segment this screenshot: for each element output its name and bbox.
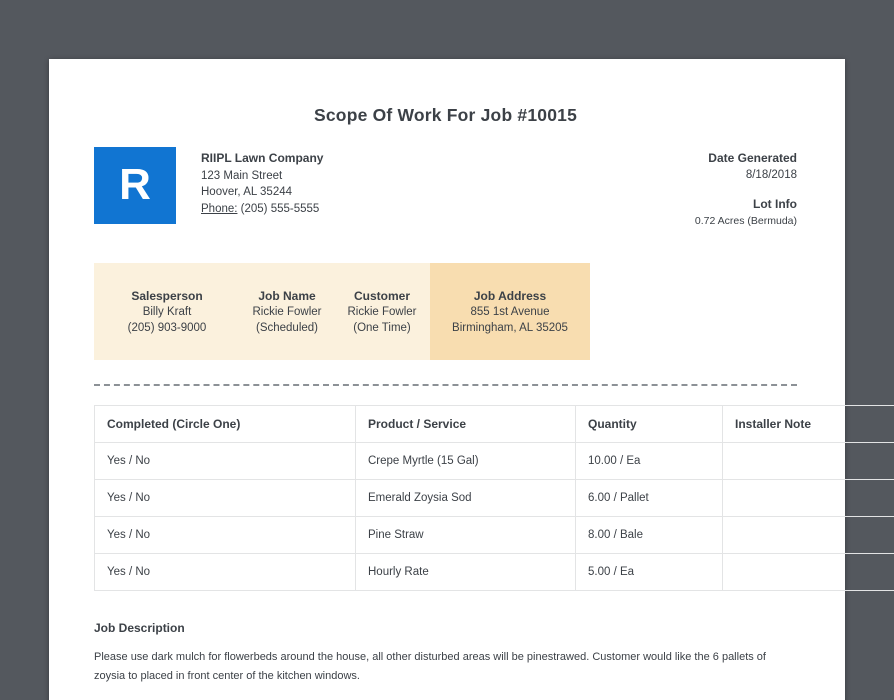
table-row: Yes / No Hourly Rate 5.00 / Ea [94, 553, 894, 591]
salesperson-phone: (205) 903-9000 [127, 321, 207, 334]
company-info: RIIPL Lawn Company 123 Main Street Hoove… [201, 147, 323, 224]
job-address-line1: 855 1st Avenue [470, 305, 550, 318]
job-info-band: Salesperson Billy Kraft (205) 903-9000 J… [94, 263, 590, 360]
job-info-job-address: Job Address 855 1st Avenue Birmingham, A… [430, 263, 590, 360]
page-title: Scope Of Work For Job #10015 [314, 105, 577, 125]
company-address-line2: Hoover, AL 35244 [201, 186, 293, 198]
date-generated-value: 8/18/2018 [745, 168, 797, 181]
table-header-row: Completed (Circle One) Product / Service… [94, 405, 894, 443]
dark-backdrop: Scope Of Work For Job #10015 R RIIPL Law… [0, 0, 894, 700]
cell-completed: Yes / No [94, 553, 356, 591]
cell-product: Pine Straw [355, 516, 576, 554]
cell-product: Hourly Rate [355, 553, 576, 591]
meta-block: Date Generated 8/18/2018 Lot Info 0.72 A… [695, 147, 797, 229]
header-quantity: Quantity [575, 405, 723, 443]
cell-installer-note [722, 516, 894, 554]
salesperson-label: Salesperson [131, 288, 203, 303]
cell-quantity: 8.00 / Bale [575, 516, 723, 554]
job-info-customer: Customer Rickie Fowler (One Time) [334, 263, 430, 360]
job-name-label: Job Name [258, 288, 316, 303]
phone-value: (205) 555-5555 [240, 202, 320, 215]
date-generated-label: Date Generated [708, 151, 797, 165]
job-info-job-name: Job Name Rickie Fowler (Scheduled) [240, 263, 334, 360]
cell-product: Emerald Zoysia Sod [355, 479, 576, 517]
job-address-line2: Birmingham, AL 35205 [452, 321, 568, 334]
table-row: Yes / No Emerald Zoysia Sod 6.00 / Palle… [94, 479, 894, 517]
company-phone: Phone: (205) 555-5555 [201, 201, 323, 218]
phone-label: Phone: [201, 202, 238, 215]
document-page: Scope Of Work For Job #10015 R RIIPL Law… [49, 59, 894, 700]
lot-info-label: Lot Info [753, 197, 797, 211]
document-header: R RIIPL Lawn Company 123 Main Street Hoo… [94, 147, 797, 229]
job-address-label: Job Address [473, 288, 547, 303]
company-block: R RIIPL Lawn Company 123 Main Street Hoo… [94, 147, 323, 224]
job-name-value: Rickie Fowler [252, 305, 322, 318]
cell-product: Crepe Myrtle (15 Gal) [355, 442, 576, 480]
company-logo: R [94, 147, 176, 224]
customer-name: Rickie Fowler [347, 305, 417, 318]
cell-installer-note [722, 479, 894, 517]
meta-spacer [695, 183, 797, 196]
lot-info-value: 0.72 Acres (Bermuda) [694, 214, 797, 227]
cell-completed: Yes / No [94, 516, 356, 554]
cell-quantity: 5.00 / Ea [575, 553, 723, 591]
cell-installer-note [722, 553, 894, 591]
header-product-service: Product / Service [355, 405, 576, 443]
job-description-heading: Job Description [94, 621, 185, 635]
job-info-salesperson: Salesperson Billy Kraft (205) 903-9000 [94, 263, 240, 360]
dashed-divider [94, 384, 797, 386]
job-name-status: (Scheduled) [255, 321, 318, 334]
scope-of-work-table: Completed (Circle One) Product / Service… [94, 405, 894, 591]
cell-completed: Yes / No [94, 479, 356, 517]
header-installer-note: Installer Note [722, 405, 894, 443]
table-row: Yes / No Crepe Myrtle (15 Gal) 10.00 / E… [94, 442, 894, 480]
customer-type: (One Time) [353, 321, 411, 334]
cell-completed: Yes / No [94, 442, 356, 480]
cell-quantity: 10.00 / Ea [575, 442, 723, 480]
company-address-line1: 123 Main Street [201, 169, 283, 182]
table-row: Yes / No Pine Straw 8.00 / Bale [94, 516, 894, 554]
company-name: RIIPL Lawn Company [201, 151, 324, 165]
job-description-paragraph-1: Please use dark mulch for flowerbeds aro… [94, 651, 766, 682]
cell-quantity: 6.00 / Pallet [575, 479, 723, 517]
header-completed: Completed (Circle One) [94, 405, 356, 443]
salesperson-name: Billy Kraft [142, 305, 192, 318]
customer-label: Customer [353, 288, 410, 303]
logo-letter: R [119, 159, 151, 209]
cell-installer-note [722, 442, 894, 480]
